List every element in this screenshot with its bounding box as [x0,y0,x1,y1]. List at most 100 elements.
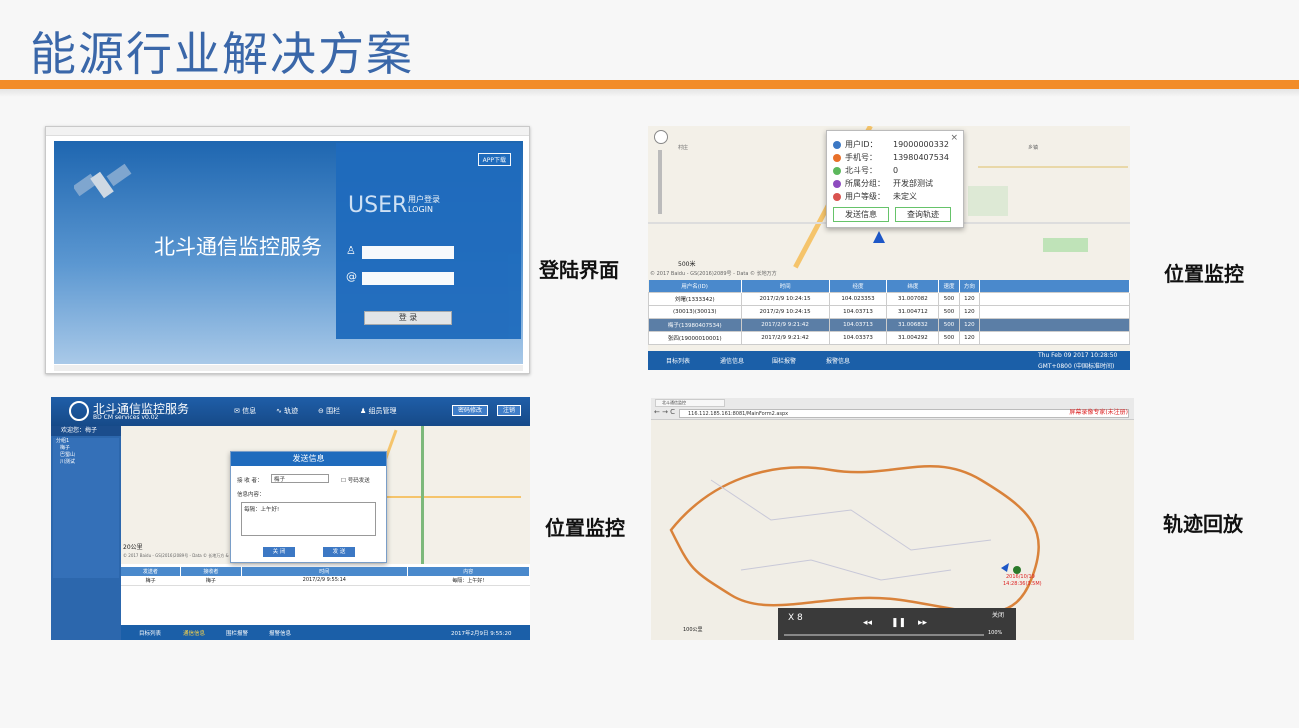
column-header[interactable]: 用户名(ID) [648,280,742,292]
cell: 500 [938,330,960,345]
tab-messages[interactable]: 通信信息 [183,629,205,637]
username-input[interactable] [362,246,454,259]
column-header[interactable]: 时间 [741,280,830,292]
tab-alarm-info[interactable]: 报警信息 [826,356,850,365]
fast-forward-icon[interactable]: ▸▸ [918,618,927,628]
marker-time: 14:28:36(3.5M) [1003,581,1042,587]
column-header[interactable]: 内容 [407,567,530,576]
send-message-dialog: 发送信息 接 收 者： 梅子 ☐ 号码发送 信息内容： 每隔：上午好! 关 闭 … [230,451,387,563]
tree-item[interactable]: 巴蜀山 [56,452,119,459]
column-header[interactable]: 时间 [241,567,408,576]
footer-bar: 目标列表 通信信息 围栏报警 报警信息 2017年2月9日 9:55:20 [121,625,530,640]
cell: 120 [958,317,981,332]
send-button[interactable]: 发 送 [323,547,355,557]
map-copyright: © 2017 Baidu - GS(2016)2089号 - Data © 长地… [123,553,240,558]
column-header[interactable]: 纬度 [886,280,940,292]
cell [979,330,1130,345]
satellite-icon [74,163,132,199]
column-header[interactable]: 接收者 [180,567,243,576]
monitor-screenshot-1: 村庄 乡镇 × 用户ID： 19000000332 手机号： 13980407534… [648,126,1130,370]
nav-track[interactable]: ∿ 轨迹 [276,406,298,416]
dialog-title: 发送信息 [231,452,386,466]
password-input[interactable] [362,272,454,285]
tree-group[interactable]: 分组1 [56,438,119,445]
change-password-button[interactable]: 密码修改 [452,405,489,416]
nav-arrows-icon[interactable]: ← → C [654,408,675,416]
vehicle-marker-icon[interactable] [873,231,885,243]
pause-icon[interactable]: ❚❚ [891,618,906,628]
tree-item[interactable]: 梅子 [56,445,119,452]
message-table: 发送者 接收者 时间 内容 梅子 梅子 2017/2/9 9:55:14 每隔：上午好… [121,567,530,586]
nav-members[interactable]: ♟ 组员管理 [360,406,397,416]
app-download-button[interactable]: APP下载 [477,153,511,166]
cell: (30013)(30013) [648,304,742,319]
close-button[interactable]: 关 闭 [263,547,295,557]
browser-url-bar [46,127,529,136]
tab-target-list[interactable]: 目标列表 [139,629,161,637]
popup-label: 所属分组： [845,179,885,188]
map-road [421,426,424,564]
popup-row: 手机号： 13980407534 [833,152,949,164]
map-scale: 100公里 [683,627,703,633]
cell: 31.007082 [886,291,940,306]
cell: 2017/2/9 10:24:15 [740,304,830,319]
login-button[interactable]: 登 录 [364,311,452,325]
send-message-button[interactable]: 发送信息 [833,207,889,222]
popup-row: 用户等级： 未定义 [833,191,917,203]
slide: 能源行业解决方案 北斗通信监控服务 APP下载 USER 用户登录 LOGIN ♙… [0,0,1299,728]
popup-label: 用户等级： [845,192,885,201]
tab-target-list[interactable]: 目标列表 [666,356,690,365]
tab-fence-alarm[interactable]: 围栏报警 [226,629,248,637]
watermark-text: 屏幕录像专家(未注册) [1069,409,1128,416]
zoom-slider[interactable] [658,150,662,214]
progress-bar[interactable] [784,634,984,636]
login-screenshot: 北斗通信监控服务 APP下载 USER 用户登录 LOGIN ♙ @ 登 录 [45,126,530,374]
receiver-label: 接 收 者： [237,478,263,484]
cell: 104.023353 [828,291,888,306]
caption-track: 轨迹回放 [1163,512,1243,536]
receiver-select[interactable]: 梅子 [271,474,329,483]
nav-info[interactable]: ✉ 信息 [234,406,256,416]
cell: 104.03713 [828,317,888,332]
message-textarea[interactable]: 每隔：上午好! [241,502,376,536]
tab-fence-alarm[interactable]: 围栏报警 [772,356,796,365]
scrollbar[interactable] [54,365,523,371]
logout-button[interactable]: 注销 [497,405,522,416]
popup-value: 未定义 [893,192,917,201]
sidebar: 欢迎您：梅子 分组1 梅子 巴蜀山 川测试 [51,426,121,640]
column-header[interactable]: 速度 [938,280,960,292]
table-row[interactable]: (30013)(30013) 2017/2/9 10:24:15 104.03713… [648,304,1130,319]
tree-item[interactable]: 川测试 [56,459,119,466]
caption-login: 登陆界面 [539,258,619,282]
column-header[interactable]: 方向 [959,280,981,292]
popup-row: 北斗号： 0 [833,165,898,177]
browser-tab[interactable]: 北斗通信监控 [655,399,725,407]
tab-alarm-info[interactable]: 报警信息 [269,629,291,637]
table-row[interactable]: 刘曙(1333342) 2017/2/9 10:24:15 104.023353 31… [648,291,1130,306]
checkbox-label: 号码发送 [347,478,370,484]
query-track-button[interactable]: 查询轨迹 [895,207,951,222]
pan-control-icon[interactable] [654,130,668,144]
table-row[interactable]: 张四(19000010001) 2017/2/9 9:21:42 104.03373… [648,330,1130,345]
column-header[interactable]: 发送者 [121,567,181,576]
close-button[interactable]: 关闭 [992,610,1004,619]
popup-value: 13980407534 [893,153,949,162]
table-row-selected[interactable]: 梅子(13980407534) 2017/2/9 9:21:42 104.03713… [648,317,1130,332]
track-map[interactable] [651,420,1134,640]
number-send-checkbox[interactable]: ☐ 号码发送 [341,476,370,484]
cell: 31.006832 [886,317,940,332]
close-icon[interactable]: × [950,133,958,143]
speed-label[interactable]: X 8 [788,613,803,623]
column-header[interactable]: 经度 [829,280,888,292]
rewind-icon[interactable]: ◂◂ [863,618,872,628]
nav-fence[interactable]: ⊖ 围栏 [318,406,340,416]
cell: 刘曙(1333342) [648,291,742,306]
popup-value: 0 [893,166,899,175]
cell: 2017/2/9 9:55:14 [241,576,408,586]
phone-icon [833,153,841,162]
cell: 张四(19000010001) [648,330,742,345]
tab-messages[interactable]: 通信信息 [720,356,744,365]
cell: 120 [958,304,981,319]
address-bar[interactable]: 116.112.185.161:8081/MainForm2.aspx [679,409,1129,418]
table-row[interactable]: 梅子 梅子 2017/2/9 9:55:14 每隔：上午好! [121,576,530,586]
